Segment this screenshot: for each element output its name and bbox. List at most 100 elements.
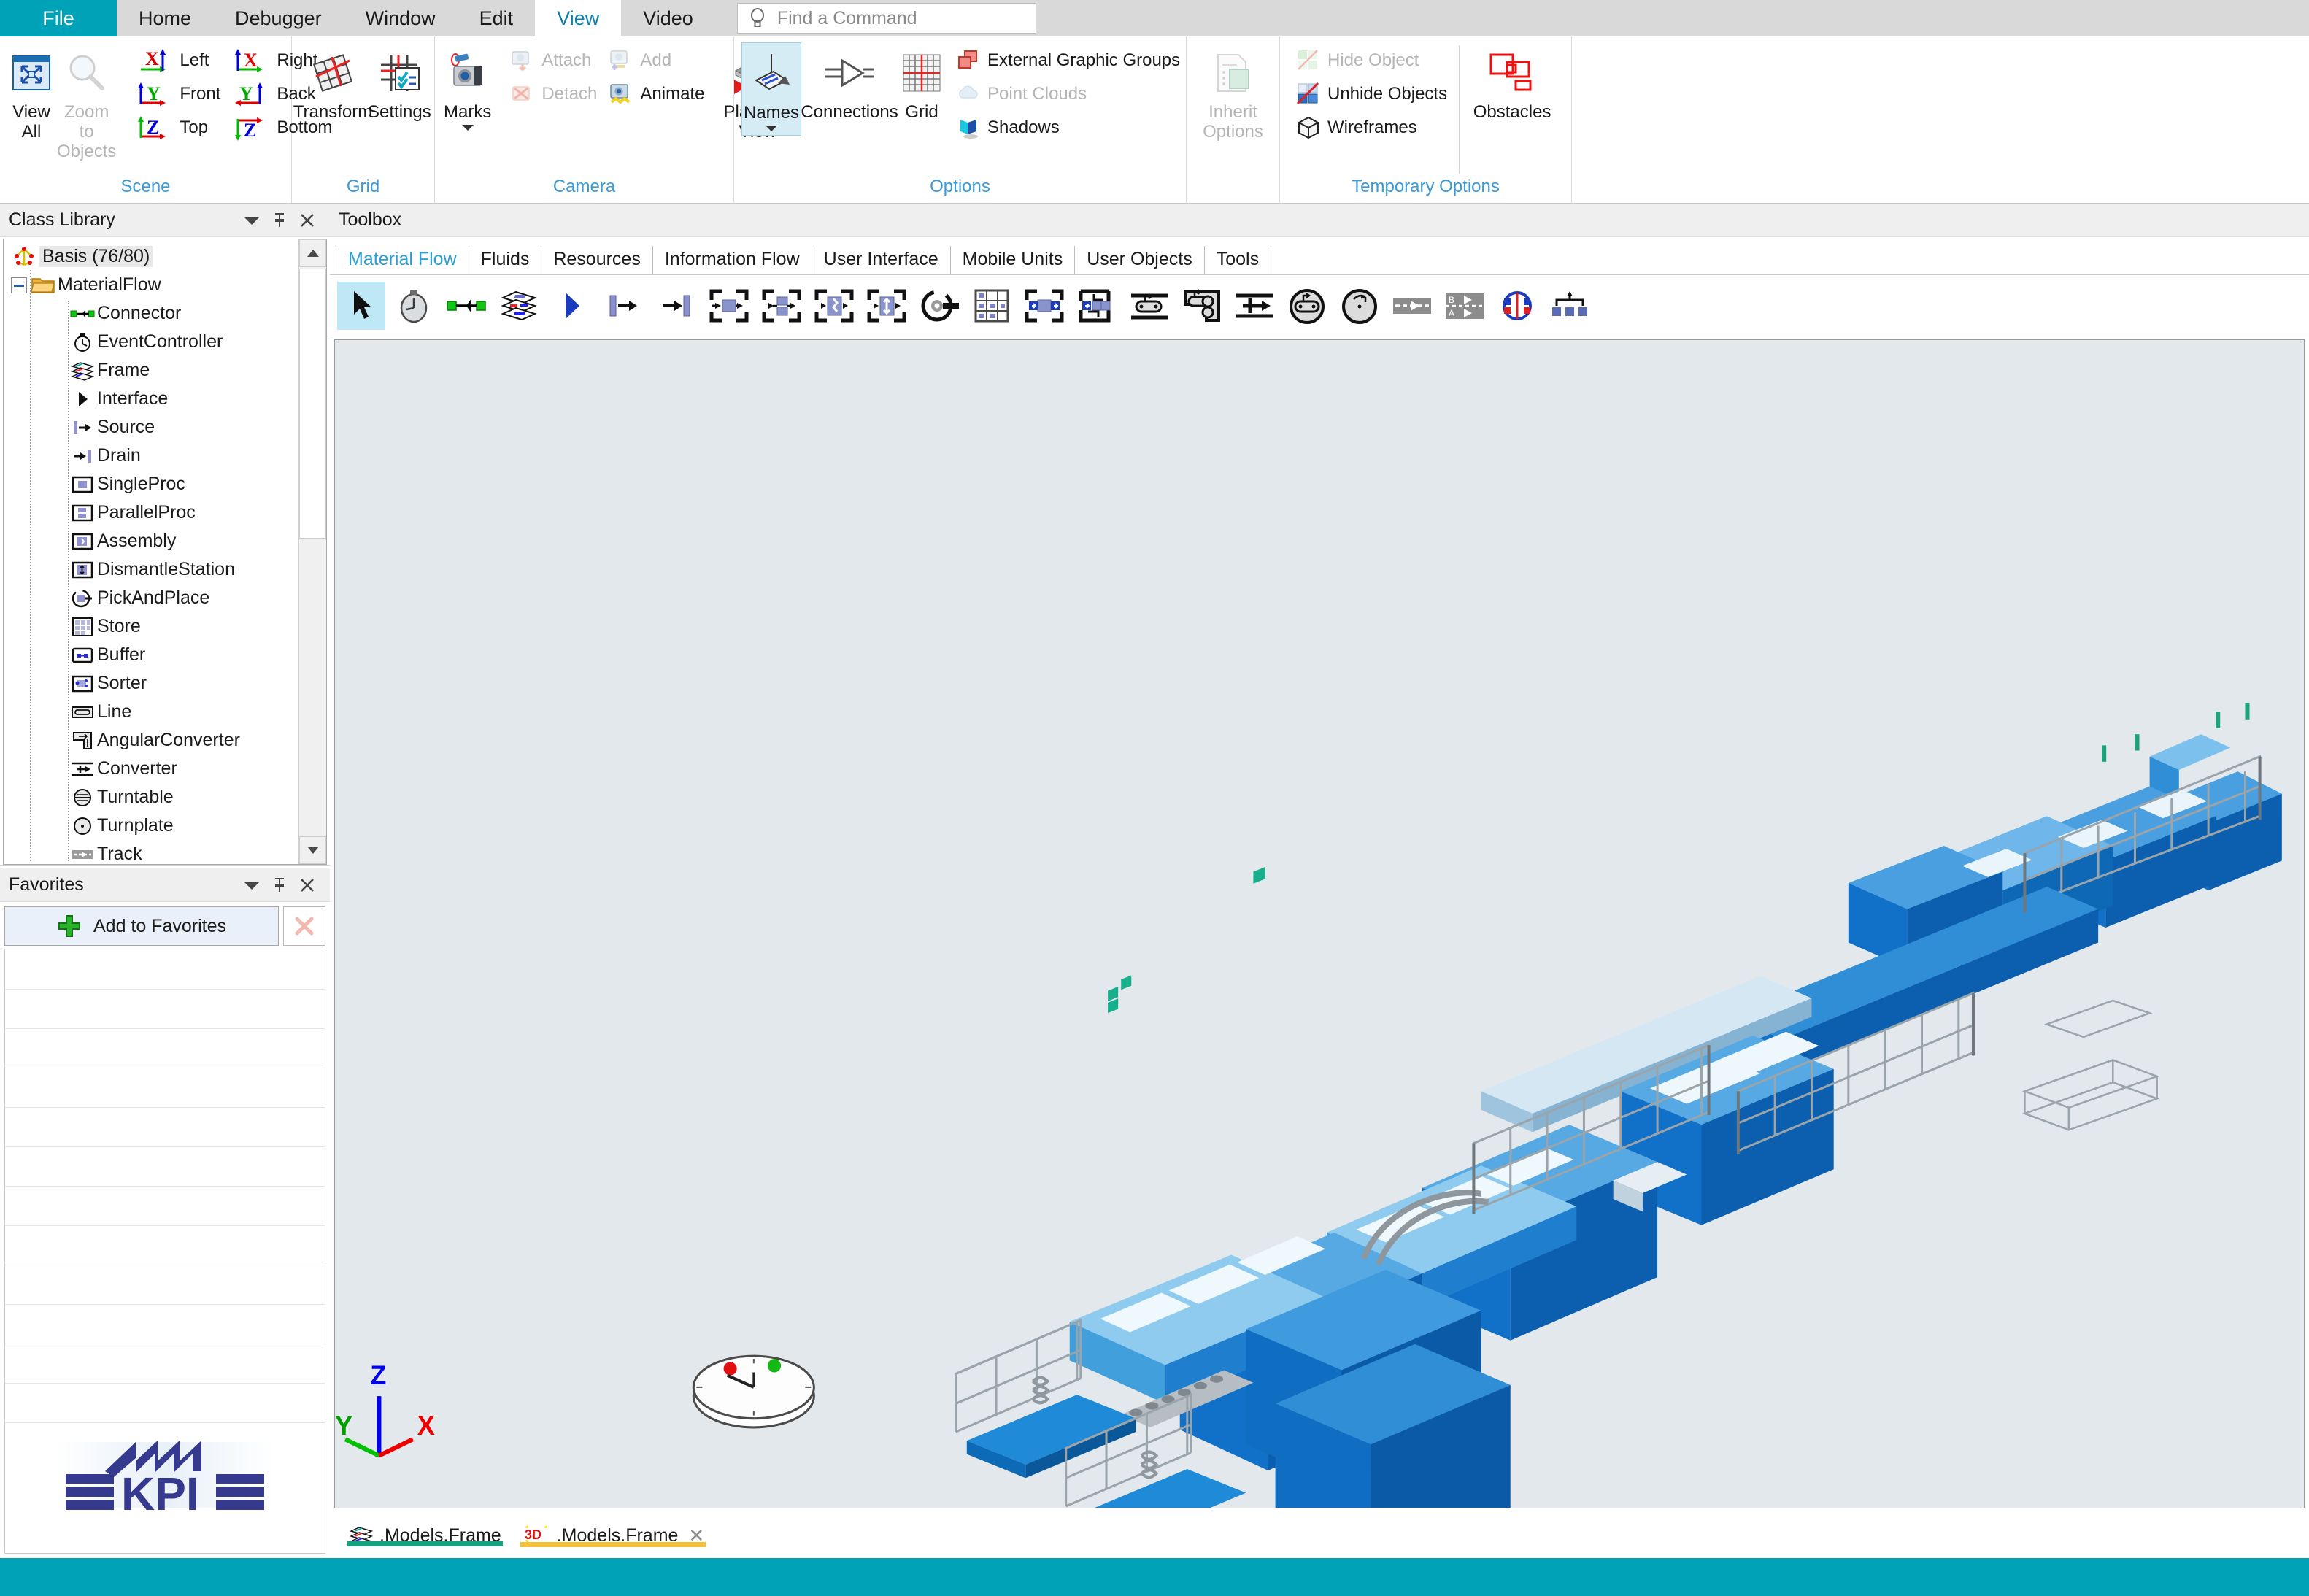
camera-add-button[interactable]: Add <box>603 44 710 77</box>
tree-node-materialflow[interactable]: MaterialFlow <box>4 271 298 299</box>
camera-marks-button[interactable]: Marks <box>442 42 493 134</box>
chevron-down-icon[interactable] <box>764 123 779 132</box>
toolbox-drain-icon[interactable] <box>652 282 701 330</box>
tree-item-pickandplace[interactable]: PickAndPlace <box>4 584 298 612</box>
connections-button[interactable]: Connections <box>801 42 898 126</box>
zoom-to-objects-button[interactable]: Zoom to Objects <box>55 42 117 165</box>
toolbox-flow-control-icon[interactable] <box>1493 282 1541 330</box>
tree-item-converter[interactable]: Converter <box>4 755 298 783</box>
tab-material-flow[interactable]: Material Flow <box>336 246 469 274</box>
close-icon[interactable] <box>293 871 321 899</box>
inherit-options-button[interactable]: Inherit Options <box>1194 42 1272 145</box>
camera-detach-button[interactable]: Detach <box>504 77 603 111</box>
names-button[interactable]: Names <box>741 42 802 136</box>
unhide-objects-button[interactable]: Unhide Objects <box>1290 77 1453 111</box>
menu-item-home[interactable]: Home <box>117 0 213 36</box>
grid-toggle-button[interactable]: Grid <box>898 42 946 126</box>
tree-item-interface[interactable]: Interface <box>4 385 298 413</box>
tab-resources[interactable]: Resources <box>541 246 653 274</box>
expand-collapse-toggle[interactable] <box>11 277 27 293</box>
scroll-down-button[interactable] <box>299 836 326 864</box>
toolbox-interface-icon[interactable] <box>547 282 595 330</box>
toolbox-source-icon[interactable] <box>600 282 648 330</box>
toolbox-sorter-icon[interactable] <box>1073 282 1121 330</box>
3d-viewport[interactable]: Z Y X <box>334 339 2305 1508</box>
grid-settings-button[interactable]: Settings <box>366 42 433 126</box>
remove-favorite-button[interactable] <box>283 906 325 946</box>
tab-tools[interactable]: Tools <box>1203 246 1272 274</box>
tree-item-angularconverter[interactable]: AngularConverter <box>4 726 298 755</box>
toolbox-angular-converter-icon[interactable] <box>1178 282 1226 330</box>
toolbox-turnplate-icon[interactable] <box>1335 282 1384 330</box>
toolbox-buffer-icon[interactable] <box>1020 282 1068 330</box>
tab-information-flow[interactable]: Information Flow <box>652 246 812 274</box>
camera-animate-button[interactable]: Animate <box>603 77 710 111</box>
camera-attach-button[interactable]: Attach <box>504 44 603 77</box>
find-command-box[interactable]: Find a Command <box>736 3 1036 34</box>
toolbox-dismantle-station-icon[interactable] <box>863 282 911 330</box>
external-graphic-groups-button[interactable]: External Graphic Groups <box>950 44 1186 77</box>
toolbox-store-icon[interactable] <box>968 282 1016 330</box>
toolbox-line-icon[interactable] <box>1125 282 1173 330</box>
obstacles-button[interactable]: Obstacles <box>1465 42 1559 126</box>
tree-node-root[interactable]: Basis (76/80) <box>4 242 298 271</box>
close-icon[interactable] <box>293 207 321 234</box>
toolbox-cursor-icon[interactable] <box>337 281 385 330</box>
toolbox-track-icon[interactable] <box>1388 282 1436 330</box>
pin-icon[interactable] <box>266 871 293 899</box>
pin-icon[interactable] <box>266 207 293 234</box>
toolbox-frame-icon[interactable] <box>495 282 543 330</box>
point-clouds-button[interactable]: Point Clouds <box>950 77 1186 111</box>
scroll-up-button[interactable] <box>299 239 326 267</box>
menu-item-view[interactable]: View <box>535 0 622 36</box>
view-left-button[interactable]: X Left <box>129 44 226 77</box>
tab-fluids[interactable]: Fluids <box>468 246 542 274</box>
chevron-down-icon[interactable] <box>238 207 266 234</box>
toolbox-turntable-icon[interactable] <box>1283 282 1331 330</box>
chevron-down-icon[interactable] <box>238 871 266 899</box>
add-to-favorites-button[interactable]: Add to Favorites <box>4 906 279 946</box>
class-library-scrollbar[interactable] <box>298 239 326 864</box>
tree-item-sorter[interactable]: Sorter <box>4 669 298 698</box>
menu-item-debugger[interactable]: Debugger <box>213 0 344 36</box>
wireframes-button[interactable]: Wireframes <box>1290 111 1453 144</box>
tab-mobile-units[interactable]: Mobile Units <box>949 246 1076 274</box>
menu-item-file[interactable]: File <box>0 0 117 36</box>
tree-item-line[interactable]: Line <box>4 698 298 726</box>
tree-item-drain[interactable]: Drain <box>4 442 298 470</box>
view-all-button[interactable]: View All <box>7 42 55 145</box>
tree-item-connector[interactable]: Connector <box>4 299 298 328</box>
toolbox-two-lane-track-icon[interactable]: BA <box>1441 282 1489 330</box>
search-input[interactable]: Find a Command <box>777 8 917 29</box>
tree-item-buffer[interactable]: Buffer <box>4 641 298 669</box>
view-front-button[interactable]: Y Front <box>129 77 226 111</box>
chevron-down-icon[interactable] <box>460 123 475 131</box>
shadows-button[interactable]: Shadows <box>950 111 1186 144</box>
tree-item-track[interactable]: Track <box>4 840 298 864</box>
tree-item-turntable[interactable]: Turntable <box>4 783 298 812</box>
scrollbar-thumb[interactable] <box>299 269 326 539</box>
frame-tab-3d[interactable]: 3D .Models.Frame ✕ <box>513 1520 714 1547</box>
toolbox-assembly-icon[interactable] <box>810 282 858 330</box>
menu-item-video[interactable]: Video <box>621 0 715 36</box>
tree-item-dismantlestation[interactable]: DismantleStation <box>4 555 298 584</box>
toolbox-converter-icon[interactable] <box>1230 282 1279 330</box>
toolbox-single-proc-icon[interactable] <box>705 282 753 330</box>
frame-tab-2d[interactable]: .Models.Frame <box>340 1520 510 1546</box>
favorites-list[interactable]: KPI <box>4 949 325 1554</box>
toolbox-event-controller-icon[interactable] <box>390 282 438 330</box>
toolbox-cycle-icon[interactable] <box>1546 282 1594 330</box>
tree-item-assembly[interactable]: Assembly <box>4 527 298 555</box>
view-top-button[interactable]: Z Top <box>129 111 226 144</box>
tree-item-source[interactable]: Source <box>4 413 298 442</box>
tree-item-singleproc[interactable]: SingleProc <box>4 470 298 498</box>
menu-item-window[interactable]: Window <box>344 0 458 36</box>
menu-item-edit[interactable]: Edit <box>458 0 536 36</box>
tree-item-parallelproc[interactable]: ParallelProc <box>4 498 298 527</box>
toolbox-pick-and-place-icon[interactable] <box>915 282 963 330</box>
hide-object-button[interactable]: Hide Object <box>1290 44 1453 77</box>
tree-item-turnplate[interactable]: Turnplate <box>4 812 298 840</box>
toolbox-parallel-proc-icon[interactable] <box>758 282 806 330</box>
tree-item-frame[interactable]: Frame <box>4 356 298 385</box>
tree-item-eventcontroller[interactable]: EventController <box>4 328 298 356</box>
